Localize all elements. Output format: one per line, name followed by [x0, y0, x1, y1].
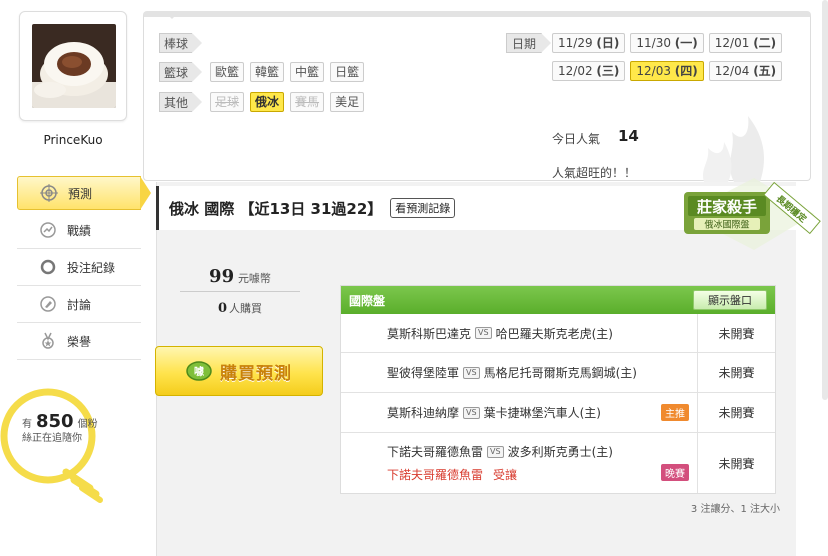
tag-china-basketball[interactable]: 中籃: [290, 62, 325, 82]
price-unit: 元噱幣: [237, 272, 271, 285]
tag-euro-basketball[interactable]: 歐籃: [210, 62, 245, 82]
game-status: 未開賽: [718, 456, 755, 471]
buyer-count: 0 人購買: [217, 301, 263, 316]
svg-text:俄冰國際盤: 俄冰國際盤: [704, 219, 749, 231]
nav-label: 預測: [68, 186, 93, 201]
filter-row-basketball: 籃球 歐籃 韓籃 中籃 日籃: [159, 62, 370, 82]
buy-prediction-button[interactable]: 噱 購買預測: [155, 346, 323, 396]
nav-item-honor[interactable]: 榮譽: [17, 323, 141, 360]
tag-korea-basketball[interactable]: 韓籃: [250, 62, 285, 82]
banker-killer-badge-icon: 莊家殺手 俄冰國際盤 長期穩定: [684, 178, 821, 250]
price-amount: 99: [209, 266, 235, 287]
view-record-button[interactable]: 看預測記錄: [390, 198, 456, 218]
tag-american-football[interactable]: 美足: [330, 92, 365, 112]
date-button[interactable]: 12/04 (五): [708, 61, 783, 81]
date-picker: 11/29 (日) 11/30 (一) 12/01 (二) 12/02 (三) …: [552, 33, 792, 81]
popularity-value: 14: [618, 127, 639, 145]
vs-icon: VS: [463, 406, 480, 419]
main-pick-badge: 主推: [661, 404, 689, 421]
game-status: 未開賽: [718, 366, 755, 380]
game-status: 未開賽: [718, 326, 755, 341]
date-button[interactable]: 11/29 (日): [552, 33, 626, 53]
bet-summary: 3 注讓分、1 注大小: [690, 504, 780, 515]
nav-item-discussion[interactable]: 討論: [17, 286, 141, 323]
date-label: 日期: [506, 33, 552, 53]
price-box: 99 元噱幣 0 人購買: [180, 266, 300, 316]
buy-button-label: 購買預測: [220, 363, 292, 384]
table-row[interactable]: 莫斯科迪納摩 VS 葉卡捷琳堡汽車人(主) 主推 未開賽: [341, 393, 775, 433]
nav-item-bets[interactable]: 投注紀錄: [17, 249, 141, 286]
filter-card: 棒球 籃球 歐籃 韓籃 中籃 日籃 其他 足球 俄冰 賽馬 美足 日期 11/2…: [143, 11, 811, 182]
coin-icon: 噱: [186, 361, 212, 381]
filter-row-other: 其他 足球 俄冰 賽馬 美足: [159, 92, 370, 112]
tag-russian-hockey[interactable]: 俄冰: [250, 92, 285, 112]
avatar[interactable]: [32, 24, 116, 108]
nav-item-record[interactable]: 戰績: [17, 212, 141, 249]
svg-text:噱: 噱: [194, 365, 205, 378]
avatar-card: [19, 11, 127, 121]
date-button[interactable]: 12/02 (三): [552, 61, 626, 81]
table-header: 國際盤 顯示盤口: [341, 286, 775, 314]
vs-icon: VS: [463, 366, 480, 379]
pick-line: 下諾夫哥羅德魚雷 受讓: [387, 468, 518, 482]
category-other[interactable]: 其他: [159, 92, 203, 112]
chart-icon: [39, 221, 57, 239]
username[interactable]: PrinceKuo: [19, 133, 127, 147]
table-row[interactable]: 下諾夫哥羅德魚雷 VS 波多利斯克勇士(主) 下諾夫哥羅德魚雷 受讓 晚賽 未開賽: [341, 433, 775, 493]
pencil-icon: [39, 295, 57, 313]
date-button[interactable]: 11/30 (一): [630, 33, 704, 53]
category-baseball[interactable]: 棒球: [159, 33, 203, 53]
popularity-label: 今日人氣: [552, 132, 601, 146]
flame-decoration-icon: [703, 116, 764, 182]
date-button[interactable]: 12/01 (二): [708, 33, 783, 53]
filter-row-baseball: 棒球: [159, 33, 210, 53]
category-basketball[interactable]: 籃球: [159, 62, 203, 82]
follower-count: 有 850 個粉 絲正在追隨你: [22, 411, 98, 445]
table-row[interactable]: 莫斯科斯巴達克 VS 哈巴羅夫斯克老虎(主) 未開賽: [341, 314, 775, 353]
nav-item-predict[interactable]: 預測: [17, 176, 151, 210]
nav-label: 榮譽: [67, 334, 92, 349]
svg-text:莊家殺手: 莊家殺手: [697, 198, 757, 216]
popularity-message: 人氣超旺的！！: [552, 166, 637, 180]
page-title: 俄冰 國際 【近13日 31過22】: [169, 199, 383, 218]
nav-label: 戰績: [67, 223, 92, 238]
tag-soccer: 足球: [210, 92, 245, 112]
date-button-selected[interactable]: 12/03 (四): [630, 61, 704, 81]
late-game-badge: 晚賽: [661, 464, 689, 481]
vs-icon: VS: [487, 445, 504, 458]
nav-label: 討論: [67, 297, 92, 312]
table-title: 國際盤: [349, 293, 386, 308]
game-status: 未開賽: [718, 406, 755, 420]
game-table: 國際盤 顯示盤口 莫斯科斯巴達克 VS 哈巴羅夫斯克老虎(主) 未開賽 聖彼得堡陸軍…: [340, 285, 776, 494]
medal-icon: [39, 332, 57, 350]
lightbulb-icon: [0, 388, 103, 503]
scrollbar[interactable]: [822, 0, 828, 400]
show-odds-button[interactable]: 顯示盤口: [693, 290, 767, 310]
nav-label: 投注紀錄: [67, 260, 116, 275]
circle-icon: [39, 258, 57, 276]
vs-icon: VS: [475, 327, 492, 339]
side-nav: 預測 戰績 投注紀錄 討論 榮譽: [17, 176, 151, 360]
target-icon: [40, 184, 58, 202]
table-row[interactable]: 聖彼得堡陸軍 VS 馬格尼托哥爾斯克馬鋼城(主) 未開賽: [341, 353, 775, 393]
tag-horse-racing: 賽馬: [290, 92, 325, 112]
tag-japan-basketball[interactable]: 日籃: [330, 62, 365, 82]
